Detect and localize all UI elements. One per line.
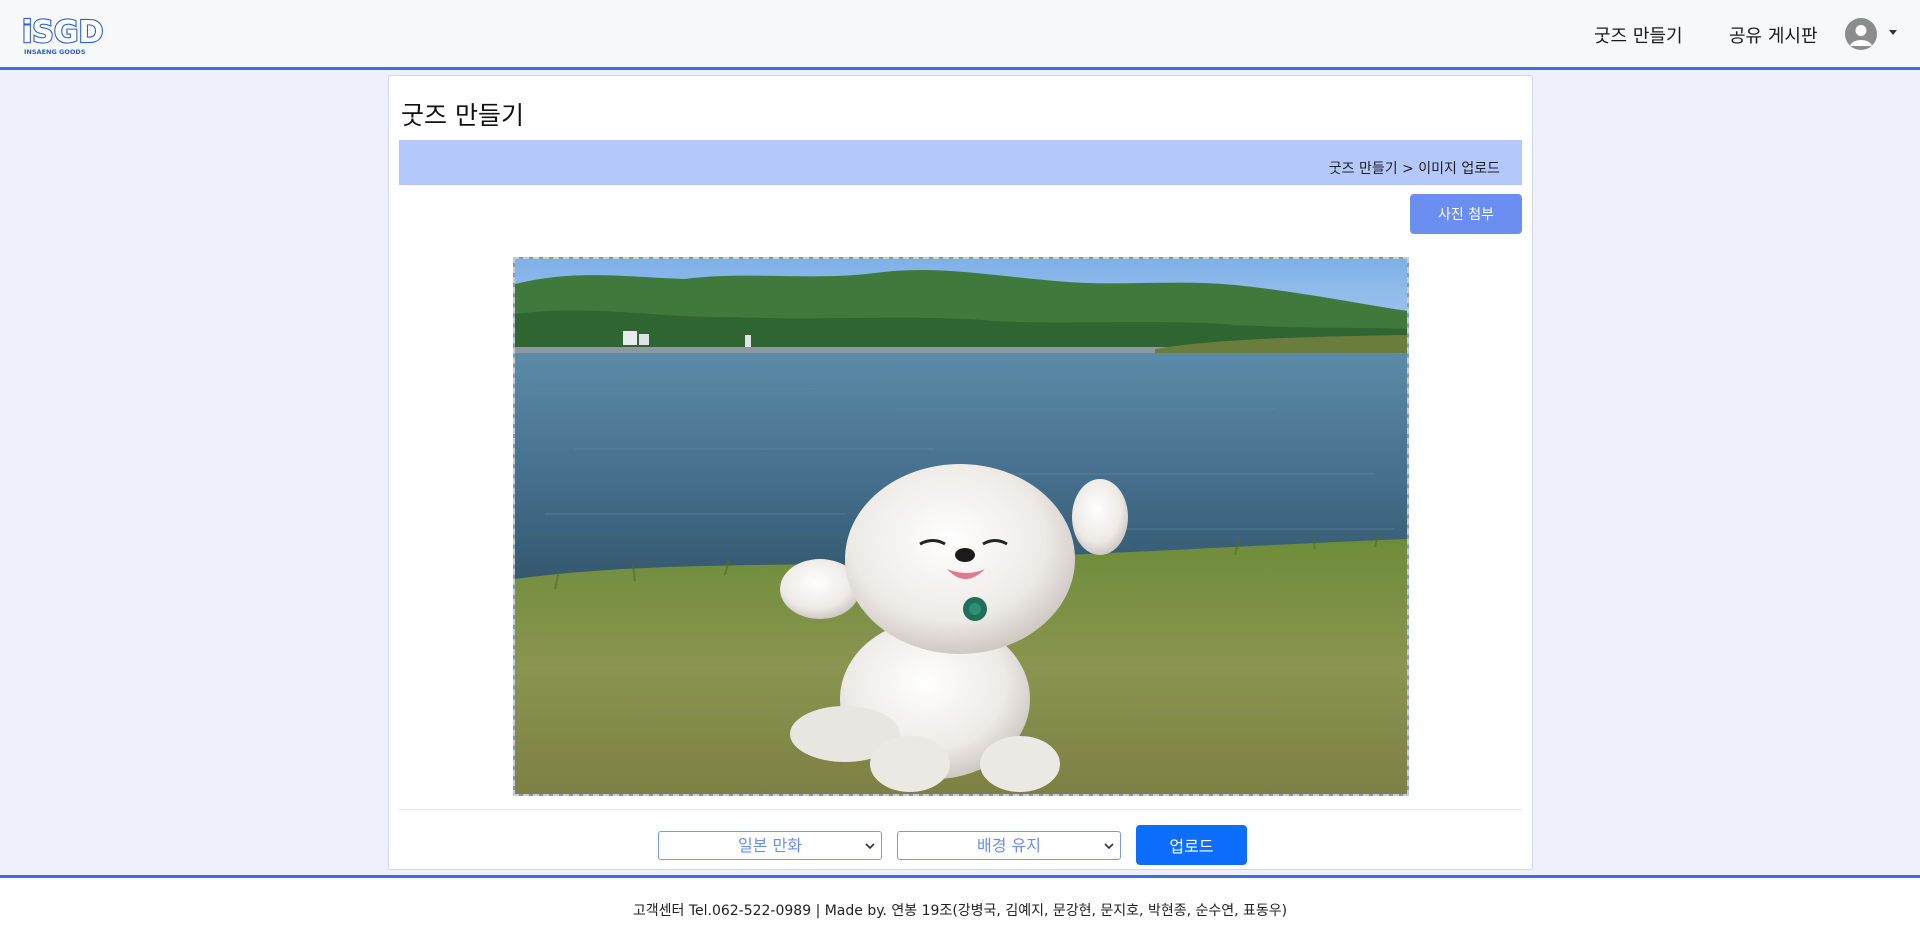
svg-text:INSAENG GOODS: INSAENG GOODS: [24, 48, 86, 56]
page-footer: 고객센터 Tel.062-522-0989 | Made by. 연봉 19조(…: [0, 875, 1920, 937]
breadcrumb-bar: 굿즈 만들기 > 이미지 업로드: [399, 140, 1522, 185]
logo-graphic: iSGD INSAENG GOODS: [21, 14, 105, 56]
svg-text:iSGD: iSGD: [22, 15, 103, 50]
page-title: 굿즈 만들기: [401, 101, 524, 130]
goods-maker-card: 굿즈 만들기 굿즈 만들기 > 이미지 업로드 사진 첨부 일본 만화 배경 유…: [388, 75, 1533, 870]
footer-contact-text: 고객센터 Tel.062-522-0989 | Made by. 연봉 19조(…: [632, 903, 1288, 919]
chevron-down-icon: [865, 843, 875, 850]
preview-image: [515, 259, 1407, 794]
top-navbar: iSGD INSAENG GOODS 굿즈 만들기 공유 게시판: [0, 0, 1920, 70]
background-select[interactable]: 배경 유지: [897, 831, 1121, 860]
style-select-value: 일본 만화: [738, 836, 802, 855]
upload-button[interactable]: 업로드: [1136, 825, 1247, 865]
background-select-value: 배경 유지: [977, 836, 1041, 855]
user-avatar-icon[interactable]: [1845, 18, 1877, 50]
attach-photo-button[interactable]: 사진 첨부: [1410, 194, 1522, 234]
nav-make-goods[interactable]: 굿즈 만들기: [1594, 22, 1683, 48]
brand-logo[interactable]: iSGD INSAENG GOODS: [20, 12, 112, 58]
chevron-down-icon: [1104, 843, 1114, 850]
photo-preview: [513, 257, 1409, 796]
section-divider: [399, 809, 1522, 810]
caret-down-icon[interactable]: [1889, 30, 1897, 35]
nav-share-board[interactable]: 공유 게시판: [1729, 22, 1818, 48]
style-select[interactable]: 일본 만화: [658, 831, 882, 860]
breadcrumb: 굿즈 만들기 > 이미지 업로드: [1328, 161, 1500, 177]
